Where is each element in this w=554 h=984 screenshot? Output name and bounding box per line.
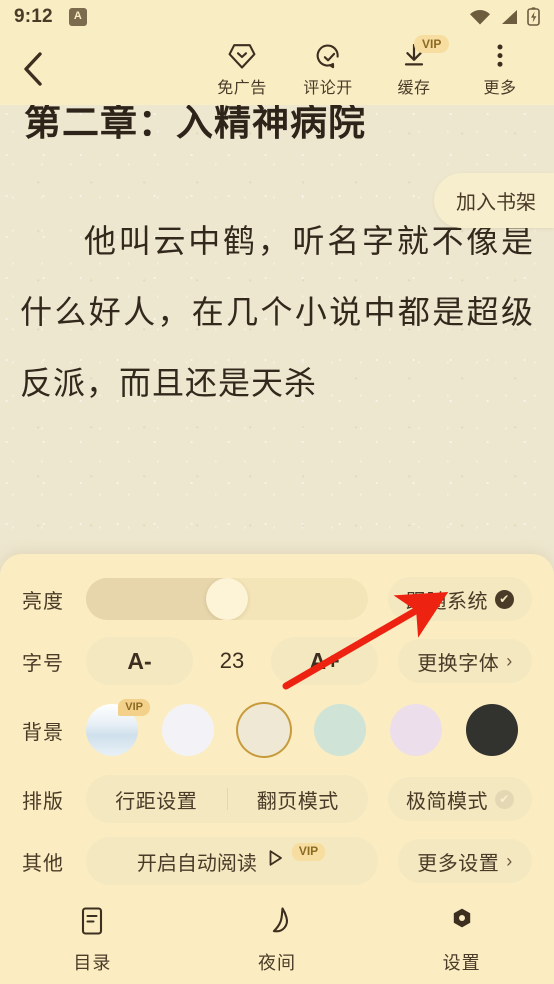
other-label: 其他 [22,852,64,875]
font-size-label: 字号 [22,652,64,675]
auto-read-button[interactable]: 开启自动阅读 VIP [86,837,378,885]
toolbar-item-label: 缓存 [397,79,431,97]
moon-icon [262,905,292,942]
minimal-mode-label: 极简模式 [406,790,488,813]
vip-badge: VIP [291,843,326,861]
background-swatch-cream[interactable] [238,704,290,756]
toolbar-item-comments[interactable]: 评论开 [288,41,368,98]
back-button[interactable] [20,44,66,94]
toolbar-actions: 免广告 评论开 VIP 缓存 更多 [202,34,540,98]
signal-icon [500,9,518,25]
layout-row: 排版 行距设置 翻页模式 极简模式 ✔ [0,768,554,830]
gem-icon [227,41,257,71]
font-size-decrease-button[interactable]: A- [86,637,193,685]
toolbar-item-label: 免广告 [217,79,267,97]
change-font-label: 更换字体 [417,652,500,675]
font-size-stepper: A- 23 A+ [86,637,378,685]
chapter-body-text: 他叫云中鹤，听名字就不像是什么好人，在几个小说中都是超级反派，而且还是天杀 [0,206,554,419]
toolbar-item-no-ads[interactable]: 免广告 [202,41,282,98]
reader-settings-panel: 亮度 跟随系统 ✔ 字号 A- 23 A+ 更换字体 › 背景 VIP 排版 行… [0,554,554,984]
nav-item-night-mode[interactable]: 夜间 [185,905,370,975]
background-swatch-dark[interactable] [466,704,518,756]
battery-charging-icon [527,7,540,26]
nav-item-settings[interactable]: 设置 [369,905,554,975]
auto-read-label: 开启自动阅读 [136,852,257,875]
bottom-navigation: 目录 夜间 设置 [0,892,554,984]
toolbar-item-cache[interactable]: VIP 缓存 [374,34,454,98]
play-icon [267,849,284,873]
background-row: 背景 VIP [0,692,554,768]
follow-system-brightness-button[interactable]: 跟随系统 ✔ [388,577,532,621]
follow-system-label: 跟随系统 [406,590,488,613]
comment-check-icon [313,41,343,71]
nav-item-contents[interactable]: 目录 [0,905,185,975]
background-swatch-pink[interactable] [390,704,442,756]
page-turn-mode-button[interactable]: 翻页模式 [228,785,369,814]
background-swatch-sky-image[interactable]: VIP [86,699,150,756]
more-settings-label: 更多设置 [417,852,500,875]
gear-icon [447,905,477,942]
minimal-mode-button[interactable]: 极简模式 ✔ [388,777,532,821]
layout-segmented-control: 行距设置 翻页模式 [86,775,368,823]
nav-item-label: 夜间 [258,953,296,973]
font-size-increase-button[interactable]: A+ [271,637,378,685]
status-bar-indicators [469,7,540,26]
chevron-right-icon: › [506,650,513,671]
app-notification-icon: A [68,7,87,26]
check-icon: ✔ [495,789,514,809]
chapter-body-paragraph: 他叫云中鹤，听名字就不像是什么好人，在几个小说中都是超级反派，而且还是天杀 [20,223,534,402]
brightness-row: 亮度 跟随系统 ✔ [0,568,554,630]
more-vertical-icon [495,41,505,71]
nav-item-label: 设置 [442,953,481,973]
nav-item-label: 目录 [73,953,112,973]
status-bar-time: 9:12 [14,5,53,27]
background-swatch-white[interactable] [162,704,214,756]
background-swatch-list: VIP [86,699,532,756]
add-to-bookshelf-button[interactable]: 加入书架 [434,173,554,228]
other-row: 其他 开启自动阅读 VIP 更多设置 › [0,830,554,892]
chevron-right-icon: › [506,850,513,871]
font-size-row: 字号 A- 23 A+ 更换字体 › [0,630,554,692]
check-icon: ✔ [495,589,514,609]
vip-badge: VIP [118,699,150,717]
more-settings-button[interactable]: 更多设置 › [398,839,532,883]
brightness-slider-thumb[interactable] [206,578,248,620]
toolbar-item-more[interactable]: 更多 [460,41,540,98]
font-size-value: 23 [219,648,245,673]
wifi-icon [469,9,491,25]
status-bar: 9:12 A [0,0,554,33]
chevron-left-icon [24,52,42,86]
contents-icon [77,905,107,942]
brightness-slider[interactable] [86,578,368,620]
vip-badge: VIP [414,34,450,53]
background-label: 背景 [22,721,64,744]
toolbar-item-label: 评论开 [303,79,353,97]
top-toolbar: 免广告 评论开 VIP 缓存 更多 [0,33,554,105]
toolbar-item-label: 更多 [483,79,517,97]
background-swatch-mint[interactable] [314,704,366,756]
line-spacing-button[interactable]: 行距设置 [86,785,227,814]
brightness-label: 亮度 [22,590,64,613]
layout-label: 排版 [22,790,64,813]
change-font-button[interactable]: 更换字体 › [398,639,532,683]
